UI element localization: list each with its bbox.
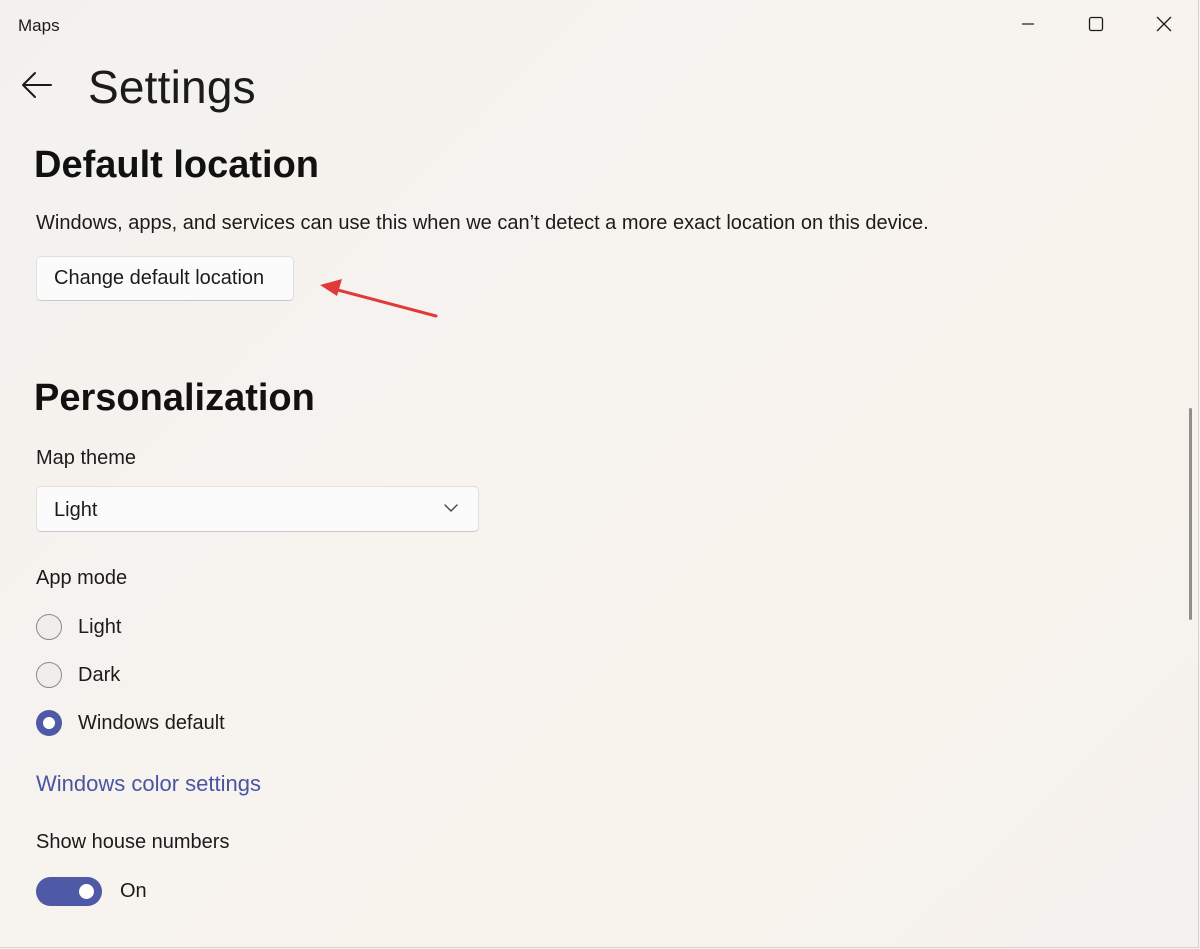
default-location-heading: Default location (34, 144, 320, 186)
map-theme-selected-value: Light (54, 499, 98, 521)
app-title: Maps (18, 16, 60, 35)
chevron-down-icon (444, 504, 458, 512)
title-bar: Maps (0, 0, 1198, 50)
close-icon (1156, 16, 1172, 32)
annotation-arrow (320, 279, 438, 318)
personalization-heading: Personalization (34, 377, 315, 419)
maximize-button[interactable] (1062, 0, 1130, 48)
app-mode-label: App mode (36, 567, 128, 589)
toggle-state-text: On (120, 880, 147, 902)
maximize-icon (1088, 16, 1104, 32)
app-mode-option-dark[interactable]: Dark (36, 660, 120, 690)
radio-button[interactable] (36, 614, 62, 640)
vertical-scrollbar[interactable] (1189, 408, 1192, 620)
radio-button[interactable] (36, 662, 62, 688)
back-button[interactable] (14, 62, 60, 108)
map-theme-dropdown[interactable]: Light (36, 486, 479, 532)
map-theme-label: Map theme (36, 447, 137, 469)
default-location-description: Windows, apps, and services can use this… (36, 212, 929, 234)
minimize-icon (1022, 23, 1034, 25)
radio-label: Dark (78, 663, 121, 686)
maps-window: Maps Settings Default location Windows, … (0, 0, 1199, 948)
back-arrow-icon (22, 72, 52, 98)
radio-label: Light (78, 615, 122, 638)
toggle-knob (79, 884, 94, 899)
show-house-numbers-label: Show house numbers (36, 831, 230, 853)
minimize-button[interactable] (994, 0, 1062, 48)
page-title: Settings (88, 61, 256, 113)
close-button[interactable] (1130, 0, 1198, 48)
app-mode-option-light[interactable]: Light (36, 612, 121, 642)
windows-color-settings-link[interactable]: Windows color settings (36, 771, 261, 797)
radio-button-selected[interactable] (36, 710, 62, 736)
change-default-location-button[interactable]: Change default location (36, 256, 294, 301)
radio-label: Windows default (78, 711, 225, 734)
app-mode-option-windows-default[interactable]: Windows default (36, 708, 225, 738)
house-numbers-toggle[interactable] (36, 877, 102, 906)
